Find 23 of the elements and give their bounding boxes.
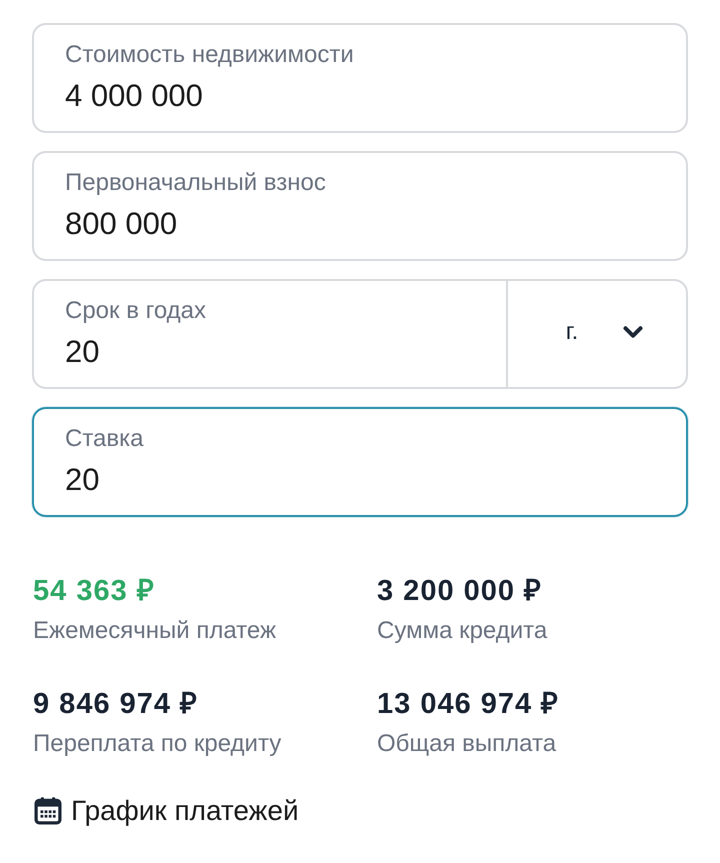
input-field[interactable]: Срок в годах 20 г. (32, 279, 688, 389)
value-input[interactable]: 4 000 000 (65, 77, 670, 115)
result-label: Сумма кредита (377, 617, 548, 645)
input-field[interactable]: Ставка 20 (32, 407, 688, 517)
value-input[interactable]: 20 (65, 461, 670, 499)
calendar-icon (33, 796, 63, 826)
result-label: Общая выплата (377, 730, 556, 758)
result-amount: 54 363 ₽ (33, 574, 155, 608)
result-amount: 13 046 974 ₽ (377, 687, 560, 721)
value-input[interactable]: 20 (65, 333, 490, 371)
field-label: Срок в годах (65, 297, 206, 325)
result-amount: 9 846 974 ₽ (33, 687, 198, 721)
payment-schedule-link[interactable]: График платежей (71, 794, 299, 828)
input-field[interactable]: Первоначальный взнос 800 000 (32, 151, 688, 261)
field-label: Стоимость недвижимости (65, 41, 354, 69)
result-label: Переплата по кредиту (33, 730, 282, 758)
unit-select[interactable]: г. (506, 281, 686, 387)
field-label: Первоначальный взнос (65, 169, 326, 197)
result-label: Ежемесячный платеж (33, 617, 276, 645)
result-amount: 3 200 000 ₽ (377, 574, 542, 608)
input-field[interactable]: Стоимость недвижимости 4 000 000 (32, 23, 688, 133)
field-label: Ставка (65, 425, 144, 453)
value-input[interactable]: 800 000 (65, 205, 670, 243)
